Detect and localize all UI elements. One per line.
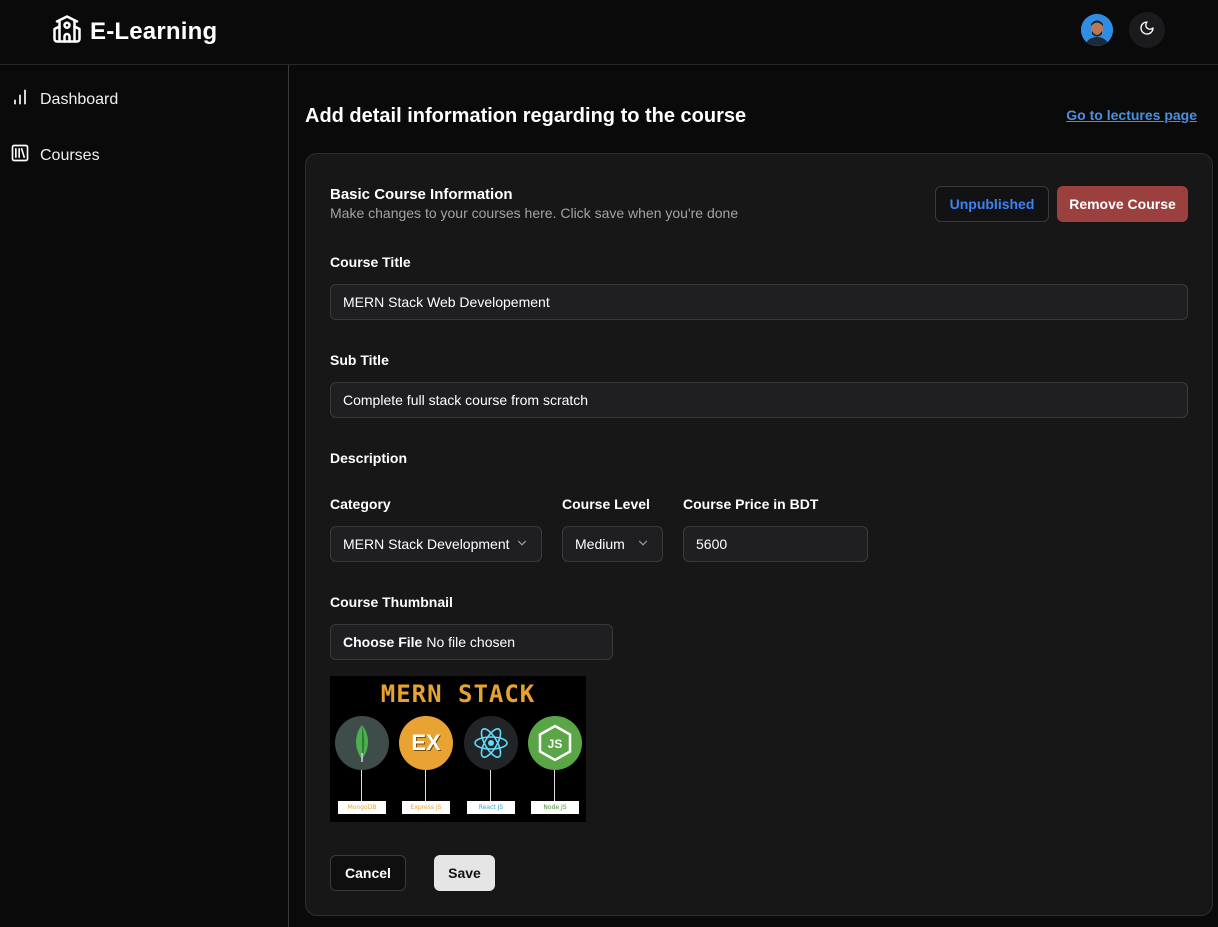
brand-title: E-Learning xyxy=(90,17,218,45)
node-letter: JS xyxy=(548,737,563,751)
school-icon xyxy=(52,14,82,49)
connector-line xyxy=(425,770,426,801)
tech-label: Node JS xyxy=(531,801,579,814)
sidebar-item-courses[interactable]: Courses xyxy=(10,143,100,168)
cancel-button[interactable]: Cancel xyxy=(330,855,406,891)
subtitle-value: Complete full stack course from scratch xyxy=(343,392,589,408)
tech-react: React JS xyxy=(463,716,519,816)
sidebar: Dashboard Courses xyxy=(0,65,289,927)
avatar[interactable] xyxy=(1081,14,1113,46)
save-button[interactable]: Save xyxy=(434,855,495,891)
thumbnail-title: MERN STACK xyxy=(380,680,536,708)
connector-line xyxy=(554,770,555,801)
course-title-input[interactable]: MERN Stack Web Developement xyxy=(330,284,1188,320)
category-label: Category xyxy=(330,496,391,512)
thumbnail-file-input[interactable]: Choose File No file chosen xyxy=(330,624,613,660)
tech-mongodb: MongoDB xyxy=(334,716,390,816)
course-title-value: MERN Stack Web Developement xyxy=(343,294,550,310)
sidebar-item-label: Dashboard xyxy=(40,90,119,108)
tech-label: MongoDB xyxy=(338,801,386,814)
category-select[interactable]: MERN Stack Development xyxy=(330,526,542,562)
top-header: E-Learning xyxy=(0,0,1218,65)
course-title-label: Course Title xyxy=(330,254,411,270)
tech-label: React JS xyxy=(467,801,515,814)
course-price-label: Course Price in BDT xyxy=(683,496,819,512)
bar-chart-icon xyxy=(10,87,30,112)
course-level-label: Course Level xyxy=(562,496,650,512)
main-content: Add detail information regarding to the … xyxy=(289,65,1218,927)
choose-file-button[interactable]: Choose File xyxy=(343,634,422,650)
course-price-input[interactable]: 5600 xyxy=(683,526,868,562)
page-title: Add detail information regarding to the … xyxy=(305,105,747,127)
library-icon xyxy=(10,143,30,168)
moon-icon xyxy=(1139,20,1155,41)
thumbnail-preview: MERN STACK MongoDB EX Express JS React J… xyxy=(330,676,586,822)
subtitle-label: Sub Title xyxy=(330,352,389,368)
sidebar-item-label: Courses xyxy=(40,146,100,164)
course-thumbnail-label: Course Thumbnail xyxy=(330,594,453,610)
connector-line xyxy=(490,770,491,801)
tech-node: JS Node JS xyxy=(527,716,583,816)
mongodb-icon xyxy=(335,716,389,770)
course-form-card: Basic Course Information Make changes to… xyxy=(305,153,1213,916)
card-description: Make changes to your courses here. Click… xyxy=(330,205,739,221)
sidebar-item-dashboard[interactable]: Dashboard xyxy=(10,87,118,112)
react-icon xyxy=(464,716,518,770)
tech-label: Express JS xyxy=(402,801,450,814)
lectures-link[interactable]: Go to lectures page xyxy=(1066,107,1197,123)
remove-course-button[interactable]: Remove Course xyxy=(1057,186,1188,222)
category-value: MERN Stack Development xyxy=(343,536,510,552)
file-status: No file chosen xyxy=(426,634,516,650)
subtitle-input[interactable]: Complete full stack course from scratch xyxy=(330,382,1188,418)
theme-toggle-button[interactable] xyxy=(1129,12,1165,48)
course-level-value: Medium xyxy=(575,536,625,552)
course-price-value: 5600 xyxy=(696,536,728,552)
course-level-select[interactable]: Medium xyxy=(562,526,663,562)
chevron-down-icon xyxy=(636,536,650,553)
chevron-down-icon xyxy=(515,536,529,553)
unpublished-button[interactable]: Unpublished xyxy=(935,186,1049,222)
tech-express: EX Express JS xyxy=(398,716,454,816)
express-letter: EX xyxy=(411,730,441,755)
description-label: Description xyxy=(330,450,408,466)
node-icon: JS xyxy=(528,716,582,770)
brand[interactable]: E-Learning xyxy=(52,14,217,49)
card-title: Basic Course Information xyxy=(330,186,513,203)
connector-line xyxy=(361,770,362,801)
express-icon: EX xyxy=(399,716,453,770)
